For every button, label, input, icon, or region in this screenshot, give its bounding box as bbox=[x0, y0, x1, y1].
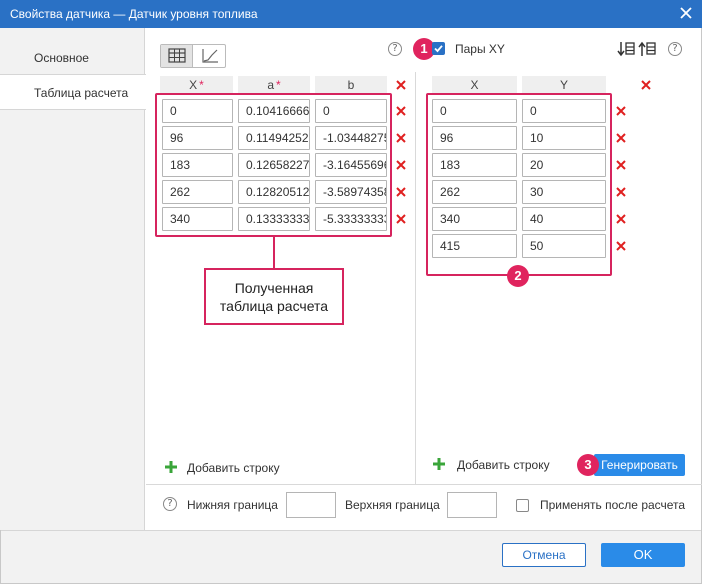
upper-bound-input[interactable] bbox=[447, 492, 497, 518]
plus-icon bbox=[433, 458, 445, 470]
delete-row-icon[interactable] bbox=[395, 132, 407, 144]
checkmark-icon bbox=[434, 45, 443, 53]
delete-row-icon[interactable] bbox=[615, 105, 627, 117]
sort-up-icon[interactable] bbox=[638, 41, 656, 57]
table-icon bbox=[168, 48, 186, 63]
badge-2: 2 bbox=[507, 265, 529, 287]
tab-general[interactable]: Основное bbox=[0, 40, 145, 76]
title-bar: Свойства датчика — Датчик уровня топлива bbox=[0, 0, 702, 28]
table-view-button[interactable] bbox=[161, 45, 193, 67]
xy-col-header-y: Y bbox=[522, 76, 606, 94]
sort-down-icon[interactable] bbox=[617, 41, 635, 57]
bounds-help-icon[interactable]: ? bbox=[163, 497, 177, 511]
xy-pairs-label: Пары XY bbox=[455, 42, 505, 56]
required-mark: * bbox=[276, 78, 281, 92]
upper-bound-label: Верхняя граница bbox=[345, 498, 440, 512]
xy-table-highlight bbox=[426, 93, 612, 276]
help-icon-xy[interactable]: ? bbox=[668, 42, 682, 56]
lower-bound-input[interactable] bbox=[286, 492, 336, 518]
dialog-footer bbox=[1, 530, 701, 583]
plus-icon bbox=[165, 461, 177, 473]
callout-line-2: таблица расчета bbox=[219, 298, 329, 314]
add-xy-row-button[interactable]: Добавить строку bbox=[457, 458, 550, 472]
tabs-sidebar: Основное Таблица расчета bbox=[0, 28, 146, 530]
apply-after-checkbox[interactable] bbox=[516, 499, 529, 512]
window-title: Свойства датчика — Датчик уровня топлива bbox=[10, 7, 258, 21]
delete-row-icon[interactable] bbox=[615, 186, 627, 198]
delete-column-icon[interactable] bbox=[640, 79, 652, 91]
delete-row-icon[interactable] bbox=[395, 213, 407, 225]
col-header-a: a * bbox=[238, 76, 310, 94]
bounds-divider bbox=[146, 484, 702, 485]
col-header-b: b bbox=[315, 76, 387, 94]
delete-row-icon[interactable] bbox=[395, 105, 407, 117]
col-header-a-label: a bbox=[267, 78, 274, 92]
help-icon[interactable]: ? bbox=[388, 42, 402, 56]
tab-calculation-table[interactable]: Таблица расчета bbox=[0, 74, 146, 110]
required-mark: * bbox=[199, 78, 204, 92]
col-header-x: X * bbox=[160, 76, 233, 94]
callout-box: Полученная таблица расчета bbox=[204, 268, 344, 325]
delete-row-icon[interactable] bbox=[615, 159, 627, 171]
panel-divider bbox=[415, 72, 416, 485]
callout-line-1: Полученная bbox=[234, 280, 314, 296]
delete-row-icon[interactable] bbox=[615, 132, 627, 144]
ok-button[interactable]: OK bbox=[601, 543, 685, 567]
apply-after-label: Применять после расчета bbox=[540, 498, 686, 512]
delete-column-icon[interactable] bbox=[395, 79, 407, 91]
delete-row-icon[interactable] bbox=[615, 240, 627, 252]
col-header-b-label: b bbox=[347, 78, 355, 92]
delete-row-icon[interactable] bbox=[395, 186, 407, 198]
calc-table-highlight bbox=[155, 93, 392, 237]
cancel-button[interactable]: Отмена bbox=[502, 543, 586, 567]
close-icon[interactable] bbox=[678, 5, 694, 21]
lower-bound-label: Нижняя граница bbox=[187, 498, 278, 512]
add-row-button[interactable]: Добавить строку bbox=[187, 461, 280, 475]
delete-row-icon[interactable] bbox=[615, 213, 627, 225]
callout-connector bbox=[273, 237, 275, 268]
view-toggle bbox=[160, 44, 226, 68]
chart-view-button[interactable] bbox=[194, 45, 226, 67]
badge-3: 3 bbox=[577, 454, 599, 476]
generate-button[interactable]: Генерировать bbox=[594, 454, 685, 476]
xy-col-header-x: X bbox=[432, 76, 517, 94]
delete-row-icon[interactable] bbox=[395, 159, 407, 171]
col-header-x-label: X bbox=[189, 78, 198, 92]
chart-icon bbox=[202, 49, 218, 63]
xy-pairs-checkbox[interactable] bbox=[432, 42, 445, 55]
